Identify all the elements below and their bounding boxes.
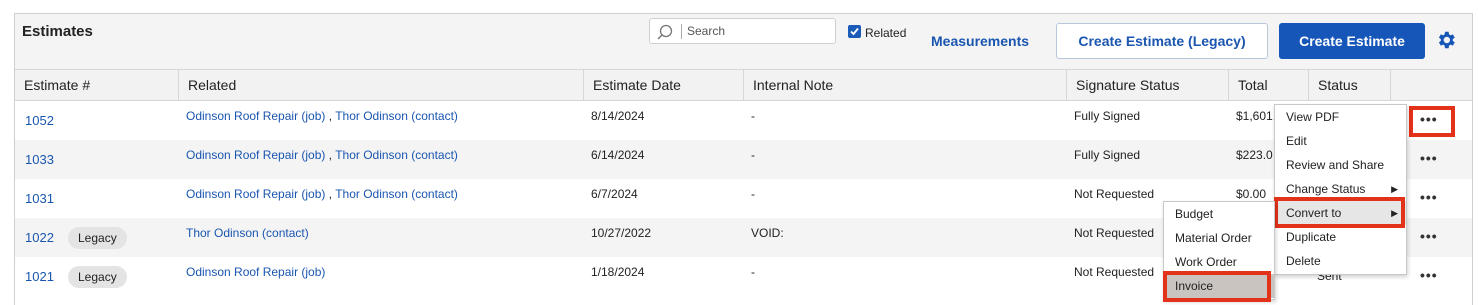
related-cell: Odinson Roof Repair (job) , Thor Odinson… xyxy=(186,109,458,123)
related-job-link[interactable]: Odinson Roof Repair (job) xyxy=(186,187,325,201)
column-header-status[interactable]: Status xyxy=(1308,70,1390,100)
estimate-number-link[interactable]: 1031 xyxy=(25,191,54,206)
menu-item-label: Change Status xyxy=(1286,182,1366,196)
legacy-badge: Legacy xyxy=(68,266,127,288)
column-header-estimate-date[interactable]: Estimate Date xyxy=(583,70,743,100)
more-dots-icon[interactable]: ••• xyxy=(1420,228,1438,244)
estimate-date: 6/7/2024 xyxy=(591,187,638,201)
related-job-link[interactable]: Odinson Roof Repair (job) xyxy=(186,148,325,162)
estimate-number-link[interactable]: 1022 xyxy=(25,230,54,245)
gear-icon[interactable] xyxy=(1435,29,1457,51)
submenu-item-material-order[interactable]: Material Order xyxy=(1164,226,1274,250)
internal-note: - xyxy=(751,109,755,123)
related-cell: Thor Odinson (contact) xyxy=(186,226,309,240)
signature-status: Fully Signed xyxy=(1074,148,1141,162)
estimate-date: 8/14/2024 xyxy=(591,109,645,123)
related-job-link[interactable]: Odinson Roof Repair (job) xyxy=(186,265,325,279)
more-dots-icon[interactable]: ••• xyxy=(1420,150,1438,166)
more-dots-icon[interactable]: ••• xyxy=(1420,189,1438,205)
related-job-link[interactable]: Odinson Roof Repair (job) xyxy=(186,109,325,123)
related-contact-link[interactable]: Thor Odinson (contact) xyxy=(335,109,458,123)
related-cell: Odinson Roof Repair (job) , Thor Odinson… xyxy=(186,148,458,162)
toolbar: Estimates Related Measurements Create Es… xyxy=(15,14,1472,69)
related-contact-link[interactable]: Thor Odinson (contact) xyxy=(186,226,309,240)
column-header-signature-status[interactable]: Signature Status xyxy=(1066,70,1228,100)
total-value: $0.00 xyxy=(1236,187,1267,201)
menu-item-delete[interactable]: Delete xyxy=(1275,249,1406,273)
related-separator: , xyxy=(325,109,336,123)
highlight-invoice xyxy=(1163,271,1271,302)
submenu-item-budget[interactable]: Budget xyxy=(1164,202,1274,226)
search-input[interactable] xyxy=(687,22,827,40)
column-header-actions xyxy=(1390,70,1472,100)
related-cell: Odinson Roof Repair (job) xyxy=(186,265,325,279)
highlight-convert-to xyxy=(1274,197,1405,228)
related-checkbox[interactable] xyxy=(848,25,861,38)
internal-note: - xyxy=(751,148,755,162)
highlight-row-action xyxy=(1409,106,1455,137)
column-header-total[interactable]: Total xyxy=(1228,70,1308,100)
search-divider xyxy=(681,24,682,39)
internal-note: - xyxy=(751,187,755,201)
check-icon xyxy=(850,27,859,36)
signature-status: Not Requested xyxy=(1074,187,1155,201)
row-context-menu: View PDF Edit Review and Share Change St… xyxy=(1274,104,1407,275)
measurements-link[interactable]: Measurements xyxy=(931,33,1029,49)
internal-note: - xyxy=(751,265,755,279)
menu-item-duplicate[interactable]: Duplicate xyxy=(1275,225,1406,249)
create-estimate-legacy-button[interactable]: Create Estimate (Legacy) xyxy=(1056,23,1268,59)
related-checkbox-label: Related xyxy=(865,26,907,40)
panel-title: Estimates xyxy=(22,23,93,40)
related-contact-link[interactable]: Thor Odinson (contact) xyxy=(335,148,458,162)
estimate-number-link[interactable]: 1052 xyxy=(25,113,54,128)
menu-item-view-pdf[interactable]: View PDF xyxy=(1275,105,1406,129)
related-contact-link[interactable]: Thor Odinson (contact) xyxy=(335,187,458,201)
estimate-date: 6/14/2024 xyxy=(591,148,645,162)
estimate-number-link[interactable]: 1021 xyxy=(25,269,54,284)
estimate-date: 10/27/2022 xyxy=(591,226,652,240)
total-value: $1,601. xyxy=(1236,109,1277,123)
related-cell: Odinson Roof Repair (job) , Thor Odinson… xyxy=(186,187,458,201)
more-dots-icon[interactable]: ••• xyxy=(1420,267,1438,283)
total-value: $223.0 xyxy=(1236,148,1273,162)
related-separator: , xyxy=(325,187,336,201)
table-row: 1052 Odinson Roof Repair (job) , Thor Od… xyxy=(15,101,1472,140)
column-header-estimate-number[interactable]: Estimate # xyxy=(15,70,178,100)
internal-note: VOID: xyxy=(751,226,784,240)
signature-status: Not Requested xyxy=(1074,265,1155,279)
signature-status: Fully Signed xyxy=(1074,109,1141,123)
table-row: 1033 Odinson Roof Repair (job) , Thor Od… xyxy=(15,140,1472,179)
related-separator: , xyxy=(325,148,336,162)
table-header: Estimate # Related Estimate Date Interna… xyxy=(15,69,1472,101)
create-estimate-button[interactable]: Create Estimate xyxy=(1279,23,1425,59)
column-header-internal-note[interactable]: Internal Note xyxy=(743,70,1066,100)
signature-status: Not Requested xyxy=(1074,226,1155,240)
legacy-badge: Legacy xyxy=(68,227,127,249)
estimate-number-link[interactable]: 1033 xyxy=(25,152,54,167)
column-header-related[interactable]: Related xyxy=(178,70,583,100)
estimate-date: 1/18/2024 xyxy=(591,265,645,279)
search-box[interactable] xyxy=(649,18,836,44)
search-icon xyxy=(657,24,673,40)
menu-item-edit[interactable]: Edit xyxy=(1275,129,1406,153)
menu-item-review-and-share[interactable]: Review and Share xyxy=(1275,153,1406,177)
